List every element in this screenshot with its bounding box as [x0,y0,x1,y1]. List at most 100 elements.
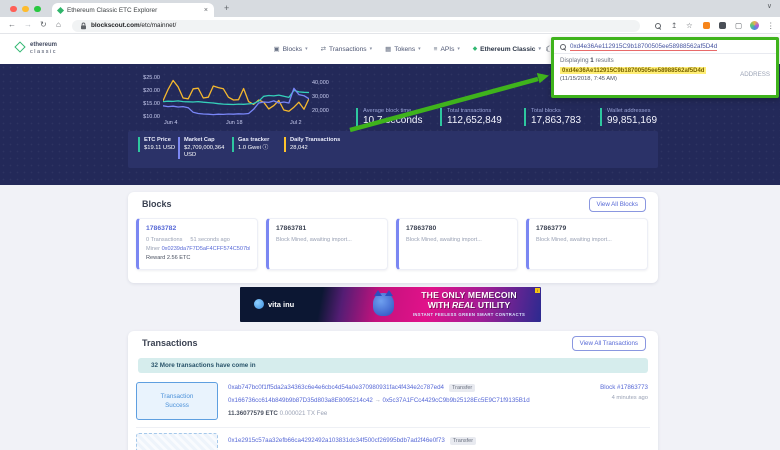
result-address-highlight[interactable]: 0xd4e36Ae112915C9b18700505ee58988562af5D… [560,67,706,74]
block-card[interactable]: 17863781 Block Mined, awaiting import... [266,218,388,270]
tx-status-badge: Transaction Success [136,382,218,420]
nav-network-selector[interactable]: ◆ Ethereum Classic ▾ [473,46,541,53]
chevron-down-icon: ▾ [305,46,308,52]
stat-etc-price: ETC Price $19.11 USD [138,137,175,152]
chart-ytick: $15.00 [133,101,160,107]
chart-ytick: 20,000 [312,108,329,114]
blocks-section: Blocks View All Blocks 17863782 0 Transa… [128,192,658,283]
chevron-down-icon: ▾ [457,46,460,52]
nav-transactions[interactable]: ⇄ Transactions ▾ [321,45,372,53]
metamask-extension-icon[interactable] [703,22,710,29]
bookmark-star-icon[interactable]: ☆ [686,21,693,30]
block-card[interactable]: 17863782 0 Transactions51 seconds ago Mi… [136,218,258,270]
block-status: Block Mined, awaiting import... [406,237,510,243]
stat-average-block-time: Average block time 10.7 seconds [356,108,423,126]
chart-xtick: Jun 4 [164,120,177,126]
search-result-item[interactable]: 0xd4e36Ae112915C9b18700505ee58988562af5D… [560,67,770,82]
tx-amount: 11.36077579 ETC [228,410,278,417]
address-bar[interactable]: blockscout.com/etc/mainnet/ [72,20,640,32]
browser-tab[interactable]: Ethereum Classic ETC Explorer × [52,3,214,17]
lock-icon [80,22,87,30]
side-panel-icon[interactable]: ▢ [735,21,742,30]
stat-total-transactions: Total transactions 112,652,849 [440,108,502,126]
price-stats-band: ETC Price $19.11 USD Market Cap $2,709,0… [128,131,658,168]
block-status: Block Mined, awaiting import... [276,237,380,243]
row-divider [136,427,650,428]
blocks-section-title: Blocks [142,199,172,209]
tab-strip: Ethereum Classic ETC Explorer × + ∨ [0,0,780,17]
tx-fee: 0.000021 TX Fee [280,410,328,417]
extension-icon[interactable] [719,22,726,29]
tab-title: Ethereum Classic ETC Explorer [67,7,200,14]
share-icon[interactable]: ↥ [671,21,677,30]
results-count-text: Displaying 1 results [560,57,770,64]
blocks-icon: ▣ [274,45,280,53]
arrow-right-icon: → [375,397,381,404]
nav-apis[interactable]: ≡ APIs ▾ [434,46,460,53]
tx-hash-link[interactable]: 0x1e2915c57aa32efb66ca4292492a103831dc34… [228,437,445,444]
search-icon [560,44,566,50]
chart-ytick: $20.00 [133,88,160,94]
tx-to-link[interactable]: 0x5c37A1FCc4429cC9b9b25128Ec5E9C71f9135B… [383,397,530,404]
browser-menu-icon[interactable]: ⋮ [767,21,775,30]
zoom-window-button[interactable] [34,6,41,13]
site-favicon-icon [57,6,64,13]
block-number-link[interactable]: 17863782 [146,225,250,232]
result-type-label: ADDRESS [736,71,770,78]
search-tabs-icon[interactable] [655,22,661,31]
close-window-button[interactable] [10,6,17,13]
stat-daily-transactions: Daily Transactions 28,042 [284,137,340,152]
new-transactions-notice[interactable]: 32 More transactions have come in [138,358,648,373]
block-card[interactable]: 17863779 Block Mined, awaiting import... [526,218,648,270]
nav-blocks[interactable]: ▣ Blocks ▾ [274,45,308,53]
tx-from-link[interactable]: 0x166736cc614b849b9b87D35d803a8E8095214c… [228,397,373,404]
transactions-section-title: Transactions [142,338,198,348]
banner-tagline: INSTANT FEELESS GREEN SMART CONTRACTS [403,312,535,317]
view-all-transactions-button[interactable]: View All Transactions [572,336,646,351]
banner-headline2: WITH REAL UTILITY [403,300,535,310]
tx-block-link[interactable]: Block #17863773 [600,384,648,391]
tx-type-chip: Transfer [449,384,475,392]
tab-close-icon[interactable]: × [204,7,208,14]
minimize-window-button[interactable] [22,6,29,13]
transactions-section: Transactions View All Transactions 32 Mo… [128,331,658,450]
chevron-down-icon: ▾ [418,46,421,52]
stat-wallet-addresses: Wallet addresses 99,851,169 [600,108,657,126]
block-card[interactable]: 17863780 Block Mined, awaiting import... [396,218,518,270]
block-number: 17863781 [276,225,380,232]
chart-ytick: $10.00 [133,114,160,120]
chart-xtick: Jul 2 [290,120,302,126]
block-number: 17863780 [406,225,510,232]
new-tab-button[interactable]: + [224,3,229,13]
info-icon[interactable]: ⓘ [263,145,269,151]
tx-age: 4 minutes ago [600,395,648,401]
ad-choices-icon[interactable]: i [535,288,540,293]
chart-ytick: 30,000 [312,94,329,100]
dog-mascot-icon [373,293,394,316]
home-button[interactable]: ⌂ [56,20,61,29]
vita-inu-logo: vita inu [254,299,294,309]
banner-headline: THE ONLY MEMECOIN [403,290,535,300]
back-button[interactable]: ← [8,20,16,29]
site-logo[interactable]: ethereum classic [30,42,57,56]
reload-button[interactable]: ↻ [40,20,47,29]
nav-tokens[interactable]: ▦ Tokens ▾ [385,45,421,53]
block-age: 51 seconds ago [190,237,230,243]
profile-avatar[interactable] [750,21,759,30]
search-input[interactable]: 0xd4e36Ae112915C9b18700505ee58988562af5D… [554,40,776,54]
view-all-blocks-button[interactable]: View All Blocks [589,197,647,212]
tx-status-badge-pending [136,433,218,450]
miner-address-link[interactable]: 0x0239da7F7D5aF4CFF574C507bb... [162,246,250,252]
result-date: (11/15/2018, 7:45 AM) [560,76,706,82]
tx-hash-link[interactable]: 0xab747bc0f1ff5da2a34363c6e4e6cbc4d54a0e… [228,384,444,391]
tokens-icon: ▦ [385,45,391,53]
tx-type-chip: Transfer [450,437,476,445]
url-bar: ← → ↻ ⌂ blockscout.com/etc/mainnet/ ↥ ☆ … [0,17,780,34]
etc-diamond-icon: ◆ [473,46,477,52]
ethereum-classic-logo-icon[interactable] [14,41,25,52]
apis-icon: ≡ [434,46,438,53]
transaction-row: Transaction Success 0xab747bc0f1ff5da2a3… [128,378,658,424]
window-chevron-icon[interactable]: ∨ [767,2,772,10]
ad-banner[interactable]: vita inu THE ONLY MEMECOIN WITH REAL UTI… [240,287,541,322]
forward-button[interactable]: → [24,20,32,29]
